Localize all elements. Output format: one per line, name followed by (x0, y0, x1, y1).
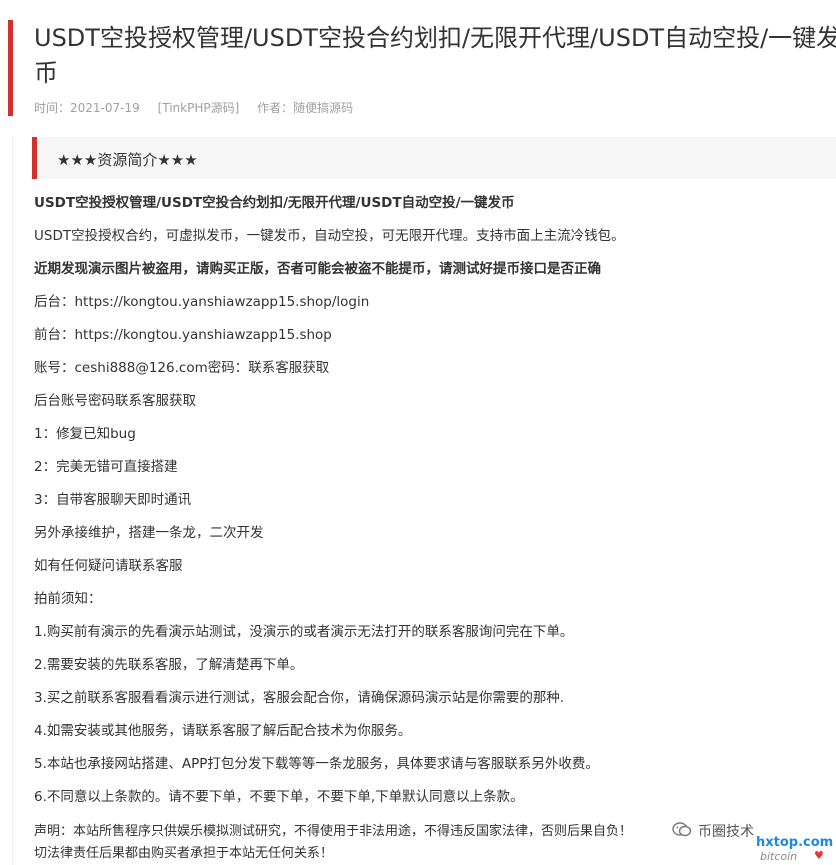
article-meta: 时间：2021-07-19 [TinkPHP源码] 作者：随便搞源码 (34, 99, 367, 116)
declaration: 声明：本站所售程序只供娱乐模拟测试研究，不得使用于非法用途，不得违反国家法律，否… (34, 821, 674, 865)
paragraph-9: 2：完美无错可直接搭建 (34, 459, 178, 475)
title-accent-bar (8, 20, 13, 116)
section-header: ★★★资源简介★★★ (32, 137, 836, 179)
paragraph-1: USDT空投授权管理/USDT空投合约划扣/无限开代理/USDT自动空投/一键发… (34, 195, 515, 211)
paragraph-7: 后台账号密码联系客服获取 (34, 393, 196, 409)
paragraph-backend-url[interactable]: 后台：https://kongtou.yanshiawzapp15.shop/l… (34, 293, 369, 311)
article-content: ★★★资源简介★★★ USDT空投授权管理/USDT空投合约划扣/无限开代理/U… (12, 137, 836, 865)
wechat-icon (672, 822, 692, 842)
paragraph-15: 2.需要安装的先联系客服，了解清楚再下单。 (34, 657, 304, 673)
article-title: USDT空投授权管理/USDT空投合约划扣/无限开代理/USDT自动空投/一键发… (34, 21, 836, 91)
paragraph-account: 账号：ceshi888@126.com密码：联系客服获取 (34, 360, 330, 376)
paragraph-16: 3.买之前联系客服看看演示进行测试，客服会配合你，请确保源码演示站是你需要的那种… (34, 690, 565, 706)
paragraph-8: 1：修复已知bug (34, 426, 136, 442)
watermark-site: hxtop.com (756, 835, 834, 850)
watermark-text: 币圈技术 (698, 824, 754, 840)
declaration-line-2: 切法律责任后果都由购买者承担于本站无任何关系！ (34, 846, 334, 861)
declaration-line-1: 声明：本站所售程序只供娱乐模拟测试研究，不得使用于非法用途，不得违反国家法律，否… (34, 824, 633, 839)
meta-time: 时间：2021-07-19 (34, 101, 140, 115)
paragraph-10: 3：自带客服聊天即时通讯 (34, 492, 192, 508)
paragraph-12: 如有任何疑问请联系客服 (34, 558, 183, 574)
article-header: USDT空投授权管理/USDT空投合约划扣/无限开代理/USDT自动空投/一键发… (0, 0, 836, 122)
paragraph-13: 拍前须知： (34, 591, 102, 607)
article-title-line-1: USDT空投授权管理/USDT空投合约划扣/无限开代理/USDT自动空投/一键发 (34, 24, 836, 52)
section-title: ★★★资源简介★★★ (57, 151, 198, 169)
paragraph-11: 另外承接维护，搭建一条龙，二次开发 (34, 525, 264, 541)
paragraph-17: 4.如需安装或其他服务，请联系客服了解后配合技术为你服务。 (34, 723, 412, 739)
watermark-sub: bitcoin (760, 850, 798, 863)
meta-category-link[interactable]: [TinkPHP源码] (158, 101, 240, 115)
paragraph-frontend-url[interactable]: 前台：https://kongtou.yanshiawzapp15.shop (34, 326, 332, 344)
paragraph-18: 5.本站也承接网站搭建、APP打包分发下载等等一条龙服务，具体要求请与客服联系另… (34, 756, 599, 772)
paragraph-14: 1.购买前有演示的先看演示站测试，没演示的或者演示无法打开的联系客服询问完在下单… (34, 624, 574, 640)
article-title-line-2: 币 (34, 59, 58, 87)
paragraph-2: USDT空投授权合约，可虚拟发币，一键发币，自动空投，可无限开代理。支持市面上主… (34, 228, 625, 244)
paragraph-warning: 近期发现演示图片被盗用，请购买正版，否者可能会被盗不能提币，请测试好提币接口是否… (34, 261, 601, 277)
meta-author: 作者：随便搞源码 (257, 101, 354, 115)
paragraph-19: 6.不同意以上条款的。请不要下单，不要下单，不要下单,下单默认同意以上条款。 (34, 789, 524, 805)
heart-icon: ♥ (814, 849, 824, 862)
watermark: 币圈技术 hxtop.com bitcoin ♥ (668, 818, 836, 865)
